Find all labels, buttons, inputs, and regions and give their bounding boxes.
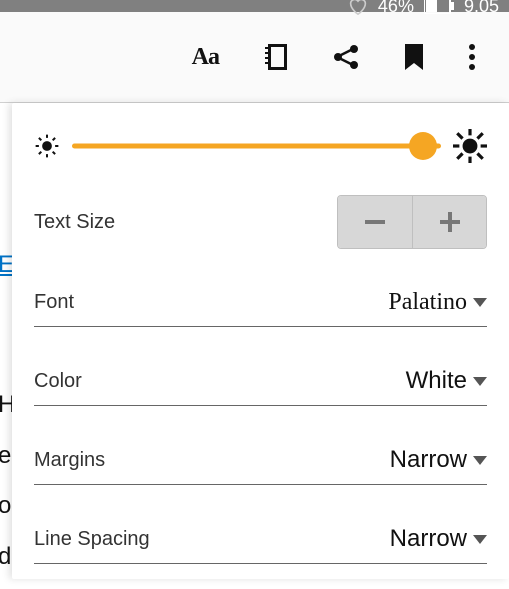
chevron-down-icon [473, 535, 487, 544]
margins-row[interactable]: Margins Narrow [12, 436, 509, 485]
overflow-icon[interactable] [469, 44, 475, 70]
text-settings-button[interactable]: Aa [192, 44, 219, 71]
bookmark-icon[interactable] [405, 44, 423, 70]
text-size-stepper [337, 195, 487, 249]
heart-icon [348, 0, 368, 15]
text-size-row: Text Size [12, 181, 509, 249]
chevron-down-icon [473, 456, 487, 465]
brightness-low-icon [34, 133, 60, 159]
text-size-label: Text Size [34, 211, 115, 234]
brightness-thumb[interactable] [409, 132, 437, 160]
font-row[interactable]: Font Palatino [12, 279, 509, 327]
line-spacing-row[interactable]: Line Spacing Narrow [12, 515, 509, 564]
margins-value: Narrow [390, 446, 467, 474]
font-label: Font [34, 291, 74, 314]
color-value: White [406, 367, 467, 395]
brightness-high-icon [453, 129, 487, 163]
notebook-icon[interactable] [265, 44, 287, 70]
chevron-down-icon [473, 377, 487, 386]
line-spacing-label: Line Spacing [34, 528, 150, 551]
battery-percent: 46% [378, 0, 414, 17]
reader-toolbar: Aa [0, 12, 509, 103]
clock: 9.05 [464, 0, 499, 17]
brightness-slider[interactable] [72, 132, 441, 160]
plus-icon [437, 209, 463, 235]
color-label: Color [34, 370, 82, 393]
share-icon[interactable] [333, 44, 359, 70]
color-row[interactable]: Color White [12, 357, 509, 406]
battery-icon [424, 0, 454, 14]
brightness-row [12, 103, 509, 181]
line-spacing-value: Narrow [390, 525, 467, 553]
chevron-down-icon [473, 298, 487, 307]
display-settings-panel: Text Size Font Palatino [12, 103, 509, 579]
text-size-increase-button[interactable] [412, 196, 486, 248]
text-size-decrease-button[interactable] [338, 196, 412, 248]
margins-label: Margins [34, 449, 105, 472]
font-value: Palatino [388, 289, 467, 316]
minus-icon [362, 209, 388, 235]
status-bar: 46% 9.05 [0, 0, 509, 12]
